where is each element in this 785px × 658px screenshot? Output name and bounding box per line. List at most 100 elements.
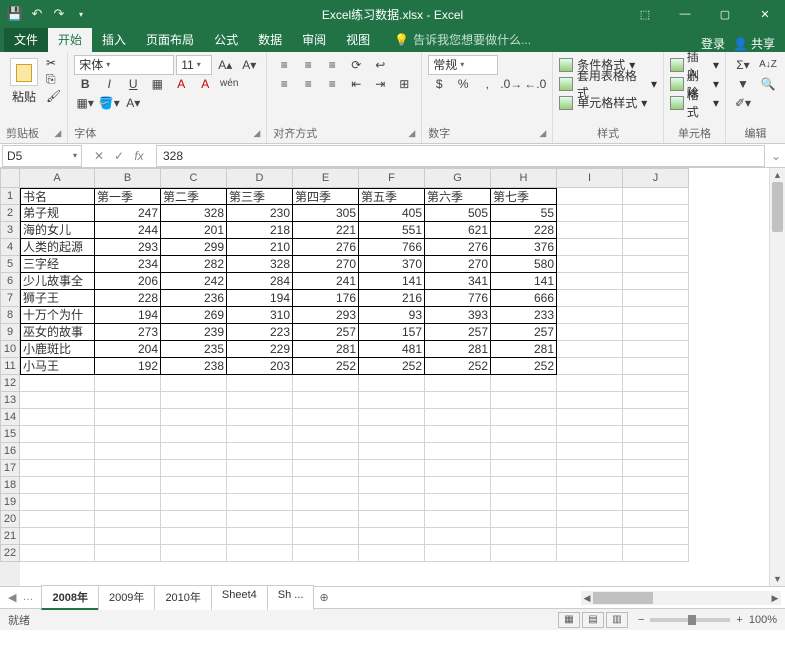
align-right-icon[interactable]: ≡ xyxy=(321,74,343,94)
cell-I2[interactable] xyxy=(557,205,623,222)
cell-A15[interactable] xyxy=(20,426,95,443)
align-bottom-icon[interactable]: ≡ xyxy=(321,55,343,75)
comma-icon[interactable]: , xyxy=(476,74,498,94)
cell-C18[interactable] xyxy=(161,477,227,494)
merge-cells-icon[interactable]: ⊞ xyxy=(393,74,415,94)
color-dropdown[interactable]: A▾ xyxy=(122,93,144,113)
cell-F7[interactable]: 216 xyxy=(359,290,425,307)
clear-icon[interactable]: ✐▾ xyxy=(732,93,754,113)
row-header-10[interactable]: 10 xyxy=(0,341,20,358)
cancel-formula-icon[interactable]: ✕ xyxy=(90,149,108,163)
cell-D6[interactable]: 284 xyxy=(227,273,293,290)
copy-button[interactable]: ⎘ xyxy=(46,72,61,87)
cell-H13[interactable] xyxy=(491,392,557,409)
align-center-icon[interactable]: ≡ xyxy=(297,74,319,94)
cell-F6[interactable]: 141 xyxy=(359,273,425,290)
row-header-1[interactable]: 1 xyxy=(0,188,20,205)
table-format-button[interactable]: 套用表格格式 ▾ xyxy=(559,75,657,92)
cell-H18[interactable] xyxy=(491,477,557,494)
sheet-tab-0[interactable]: 2008年 xyxy=(41,585,98,610)
cell-C6[interactable]: 242 xyxy=(161,273,227,290)
cell-G20[interactable] xyxy=(425,511,491,528)
cell-H9[interactable]: 257 xyxy=(491,324,557,341)
row-header-16[interactable]: 16 xyxy=(0,443,20,460)
row-header-4[interactable]: 4 xyxy=(0,239,20,256)
column-header-J[interactable]: J xyxy=(623,168,689,188)
tab-file[interactable]: 文件 xyxy=(4,27,48,52)
fill-color-button[interactable]: A xyxy=(170,74,192,94)
cell-J6[interactable] xyxy=(623,273,689,290)
cell-B6[interactable]: 206 xyxy=(95,273,161,290)
cell-E21[interactable] xyxy=(293,528,359,545)
cell-G21[interactable] xyxy=(425,528,491,545)
cell-E20[interactable] xyxy=(293,511,359,528)
clipboard-launcher-icon[interactable]: ◢ xyxy=(54,128,61,139)
hscroll-thumb[interactable] xyxy=(593,592,653,604)
cell-I15[interactable] xyxy=(557,426,623,443)
tab-data[interactable]: 数据 xyxy=(248,27,292,52)
column-header-B[interactable]: B xyxy=(95,168,161,188)
cell-I7[interactable] xyxy=(557,290,623,307)
cell-D7[interactable]: 194 xyxy=(227,290,293,307)
cell-A1[interactable]: 书名 xyxy=(20,188,95,205)
cell-F18[interactable] xyxy=(359,477,425,494)
cell-B5[interactable]: 234 xyxy=(95,256,161,273)
sheet-tab-2[interactable]: 2010年 xyxy=(154,585,211,610)
cell-I4[interactable] xyxy=(557,239,623,256)
cell-D21[interactable] xyxy=(227,528,293,545)
cell-D14[interactable] xyxy=(227,409,293,426)
cell-C20[interactable] xyxy=(161,511,227,528)
cell-B20[interactable] xyxy=(95,511,161,528)
cell-C16[interactable] xyxy=(161,443,227,460)
row-header-8[interactable]: 8 xyxy=(0,307,20,324)
cell-G1[interactable]: 第六季 xyxy=(425,188,491,205)
cell-A16[interactable] xyxy=(20,443,95,460)
cell-D8[interactable]: 310 xyxy=(227,307,293,324)
cell-E5[interactable]: 270 xyxy=(293,256,359,273)
zoom-out-icon[interactable]: − xyxy=(638,614,644,626)
cell-H12[interactable] xyxy=(491,375,557,392)
cell-B18[interactable] xyxy=(95,477,161,494)
cell-E7[interactable]: 176 xyxy=(293,290,359,307)
cell-C1[interactable]: 第二季 xyxy=(161,188,227,205)
column-header-C[interactable]: C xyxy=(161,168,227,188)
cell-F17[interactable] xyxy=(359,460,425,477)
decrease-indent-icon[interactable]: ⇤ xyxy=(345,74,367,94)
cell-B4[interactable]: 293 xyxy=(95,239,161,256)
cell-A18[interactable] xyxy=(20,477,95,494)
decrease-font-icon[interactable]: A▾ xyxy=(238,55,260,75)
cell-I18[interactable] xyxy=(557,477,623,494)
row-header-12[interactable]: 12 xyxy=(0,375,20,392)
cell-G13[interactable] xyxy=(425,392,491,409)
align-left-icon[interactable]: ≡ xyxy=(273,74,295,94)
row-header-2[interactable]: 2 xyxy=(0,205,20,222)
normal-view-icon[interactable]: ▦ xyxy=(558,612,580,628)
cell-A8[interactable]: 十万个为什 xyxy=(20,307,95,324)
zoom-knob[interactable] xyxy=(688,615,696,625)
cell-I6[interactable] xyxy=(557,273,623,290)
cell-J8[interactable] xyxy=(623,307,689,324)
cell-H11[interactable]: 252 xyxy=(491,358,557,375)
cell-J9[interactable] xyxy=(623,324,689,341)
cell-D13[interactable] xyxy=(227,392,293,409)
cell-J16[interactable] xyxy=(623,443,689,460)
row-header-15[interactable]: 15 xyxy=(0,426,20,443)
cell-C17[interactable] xyxy=(161,460,227,477)
cell-A20[interactable] xyxy=(20,511,95,528)
cell-C22[interactable] xyxy=(161,545,227,562)
cell-H15[interactable] xyxy=(491,426,557,443)
cell-J13[interactable] xyxy=(623,392,689,409)
cell-I14[interactable] xyxy=(557,409,623,426)
cell-I1[interactable] xyxy=(557,188,623,205)
format-cells-button[interactable]: 格式 ▾ xyxy=(670,94,719,111)
row-header-7[interactable]: 7 xyxy=(0,290,20,307)
zoom-in-icon[interactable]: + xyxy=(736,614,742,626)
tab-view[interactable]: 视图 xyxy=(336,27,380,52)
cell-I16[interactable] xyxy=(557,443,623,460)
cell-F1[interactable]: 第五季 xyxy=(359,188,425,205)
row-header-5[interactable]: 5 xyxy=(0,256,20,273)
column-header-E[interactable]: E xyxy=(293,168,359,188)
cell-J22[interactable] xyxy=(623,545,689,562)
font-color-button[interactable]: A xyxy=(194,74,216,94)
cell-H17[interactable] xyxy=(491,460,557,477)
